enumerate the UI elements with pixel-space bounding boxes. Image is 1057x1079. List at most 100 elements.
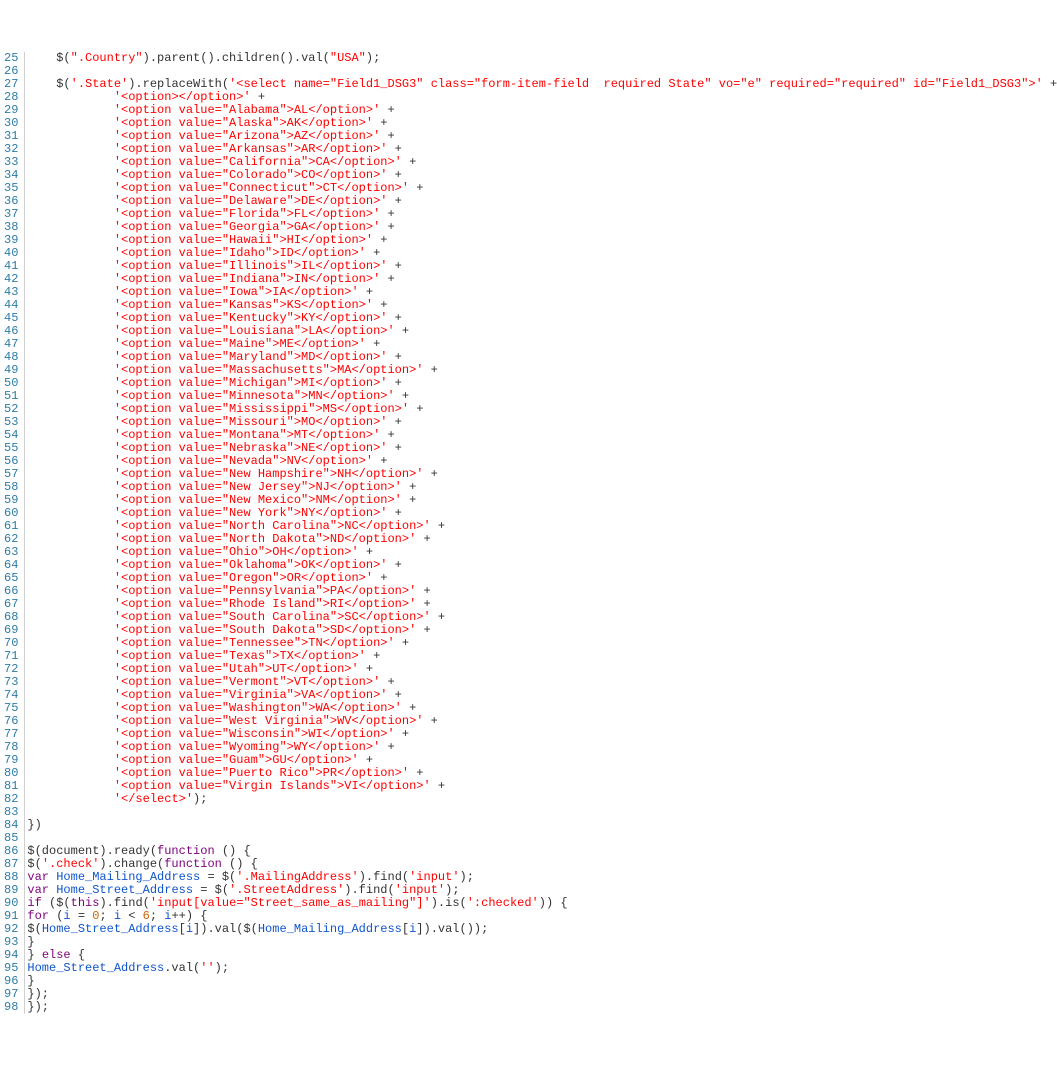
token-default (27, 571, 113, 585)
token-var: Home_Street_Address (56, 883, 193, 897)
token-default (27, 493, 113, 507)
token-default: + (409, 402, 423, 416)
token-str: '<option value="Nevada">NV</option>' (114, 454, 373, 468)
token-default: + (423, 714, 437, 728)
token-str: '<option value="South Dakota">SD</option… (114, 623, 416, 637)
token-default: + (395, 636, 409, 650)
token-default (27, 467, 113, 481)
token-default: } (27, 948, 41, 962)
code-line[interactable]: $(".Country").parent().children().val("U… (27, 52, 1057, 65)
token-str: '<option value="Florida">FL</option>' (114, 207, 380, 221)
token-default: + (409, 181, 423, 195)
token-str: '<option value="Connecticut">CT</option>… (114, 181, 409, 195)
code-line[interactable]: }) (27, 819, 1057, 832)
token-str: '<option value="Vermont">VT</option>' (114, 675, 380, 689)
token-default: ).find( (359, 870, 409, 884)
token-default (27, 649, 113, 663)
token-default (27, 376, 113, 390)
token-default: + (373, 116, 387, 130)
token-str: '<option value="Mississippi">MS</option>… (114, 402, 409, 416)
token-default: + (373, 298, 387, 312)
token-str: '<option value="Texas">TX</option>' (114, 649, 366, 663)
token-default: + (359, 545, 373, 559)
token-default (27, 532, 113, 546)
token-default: ).find( (344, 883, 394, 897)
token-default: ]).val($( (193, 922, 258, 936)
token-var: i (186, 922, 193, 936)
token-default (27, 285, 113, 299)
token-default: () { (215, 844, 251, 858)
token-var: i (63, 909, 70, 923)
token-str: '<option value="Colorado">CO</option>' (114, 168, 388, 182)
code-line[interactable] (27, 806, 1057, 819)
token-str: '<option value="Utah">UT</option>' (114, 662, 359, 676)
code-line[interactable]: '</select>'); (27, 793, 1057, 806)
token-default: + (373, 454, 387, 468)
code-line[interactable]: Home_Street_Address.val(''); (27, 962, 1057, 975)
token-default: ; (150, 909, 164, 923)
token-str: '<option value="Missouri">MO</option>' (114, 415, 388, 429)
token-str: '<option value="Idaho">ID</option>' (114, 246, 366, 260)
token-default: + (380, 207, 394, 221)
token-str: '<option value="Indiana">IN</option>' (114, 272, 380, 286)
token-str: '<option value="Virginia">VA</option>' (114, 688, 388, 702)
token-default (27, 662, 113, 676)
token-default (27, 194, 113, 208)
token-default: = $( (200, 870, 236, 884)
token-str: '' (200, 961, 214, 975)
token-str: '<option value="Hawaii">HI</option>' (114, 233, 373, 247)
token-default: + (387, 558, 401, 572)
token-str: '<option value="North Dakota">ND</option… (114, 532, 416, 546)
token-str: 'input' (409, 870, 459, 884)
code-line[interactable]: } (27, 975, 1057, 988)
token-str: '<option value="Arizona">AZ</option>' (114, 129, 380, 143)
token-default (27, 779, 113, 793)
token-default: + (402, 155, 416, 169)
token-str: '<option value="Wisconsin">WI</option>' (114, 727, 395, 741)
token-default (27, 545, 113, 559)
token-default: + (359, 285, 373, 299)
token-default: ($( (42, 896, 71, 910)
token-default: + (402, 480, 416, 494)
token-default: + (366, 246, 380, 260)
token-default (27, 688, 113, 702)
token-str: '<option value="North Carolina">NC</opti… (114, 519, 431, 533)
token-default (27, 610, 113, 624)
code-line[interactable]: } (27, 936, 1057, 949)
token-str: '<option></option>' (114, 90, 251, 104)
code-line[interactable]: $(Home_Street_Address[i]).val($(Home_Mai… (27, 923, 1057, 936)
token-str: '.State' (71, 77, 129, 91)
code-content[interactable]: $(".Country").parent().children().val("U… (25, 52, 1057, 1014)
token-str: '</select>' (114, 792, 193, 806)
token-str: '<option value="Arkansas">AR</option>' (114, 142, 388, 156)
token-str: '<option value="West Virginia">WV</optio… (114, 714, 424, 728)
token-str: 'input[value="Street_same_as_mailing"]' (150, 896, 431, 910)
token-str: '<option value="Wyoming">WY</option>' (114, 740, 380, 754)
token-default (27, 311, 113, 325)
token-default: < (121, 909, 143, 923)
token-default (27, 90, 113, 104)
token-default (27, 155, 113, 169)
token-default (27, 129, 113, 143)
token-default: + (416, 623, 430, 637)
token-default: + (380, 272, 394, 286)
token-str: '<option value="Ohio">OH</option>' (114, 545, 359, 559)
token-kw: this (71, 896, 100, 910)
token-default (27, 454, 113, 468)
code-editor[interactable]: 2526272829303132333435363738394041424344… (0, 52, 1057, 1014)
token-default (27, 298, 113, 312)
token-default: + (380, 740, 394, 754)
token-default: [ (402, 922, 409, 936)
token-str: '<option value="Maine">ME</option>' (114, 337, 366, 351)
token-default: + (387, 415, 401, 429)
token-default (27, 415, 113, 429)
code-line[interactable]: }); (27, 988, 1057, 1001)
token-default: + (423, 363, 437, 377)
token-default: ]).val()); (416, 922, 488, 936)
token-default: ).find( (99, 896, 149, 910)
token-default (27, 220, 113, 234)
code-line[interactable]: }); (27, 1001, 1057, 1014)
token-default: ).is( (431, 896, 467, 910)
token-default: ); (366, 51, 380, 65)
token-str: '<option value="Michigan">MI</option>' (114, 376, 388, 390)
